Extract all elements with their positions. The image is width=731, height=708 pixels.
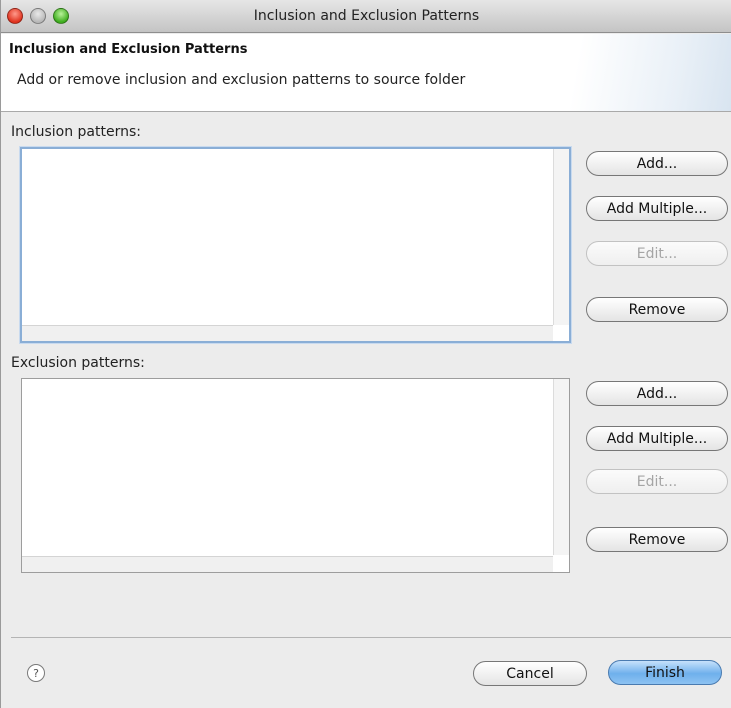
- inclusion-add-multiple-button[interactable]: Add Multiple...: [586, 196, 728, 221]
- dialog-window: Inclusion and Exclusion Patterns Inclusi…: [0, 0, 731, 708]
- exclusion-patterns-label: Exclusion patterns:: [11, 355, 145, 371]
- exclusion-list-horizontal-scrollbar[interactable]: [22, 556, 553, 572]
- finish-button[interactable]: Finish: [608, 660, 722, 685]
- exclusion-add-button[interactable]: Add...: [586, 381, 728, 406]
- inclusion-add-button[interactable]: Add...: [586, 151, 728, 176]
- exclusion-add-multiple-button[interactable]: Add Multiple...: [586, 426, 728, 451]
- dialog-header-description: Add or remove inclusion and exclusion pa…: [17, 72, 466, 88]
- exclusion-remove-button[interactable]: Remove: [586, 527, 728, 552]
- inclusion-remove-button[interactable]: Remove: [586, 297, 728, 322]
- exclusion-list-vertical-scrollbar[interactable]: [553, 379, 569, 555]
- inclusion-edit-button[interactable]: Edit...: [586, 241, 728, 266]
- exclusion-edit-button[interactable]: Edit...: [586, 469, 728, 494]
- dialog-header-banner: Inclusion and Exclusion Patterns Add or …: [1, 34, 731, 112]
- inclusion-list-vertical-scrollbar[interactable]: [553, 149, 569, 325]
- footer-divider: [11, 637, 731, 638]
- inclusion-patterns-list[interactable]: [20, 147, 571, 343]
- window-title: Inclusion and Exclusion Patterns: [253, 8, 480, 24]
- cancel-button[interactable]: Cancel: [473, 661, 587, 686]
- exclusion-patterns-list[interactable]: [21, 378, 570, 573]
- inclusion-list-horizontal-scrollbar[interactable]: [22, 325, 553, 341]
- title-bar: Inclusion and Exclusion Patterns: [1, 0, 731, 33]
- dialog-header-title: Inclusion and Exclusion Patterns: [9, 42, 248, 57]
- inclusion-patterns-label: Inclusion patterns:: [11, 124, 141, 140]
- help-icon[interactable]: ?: [27, 664, 45, 682]
